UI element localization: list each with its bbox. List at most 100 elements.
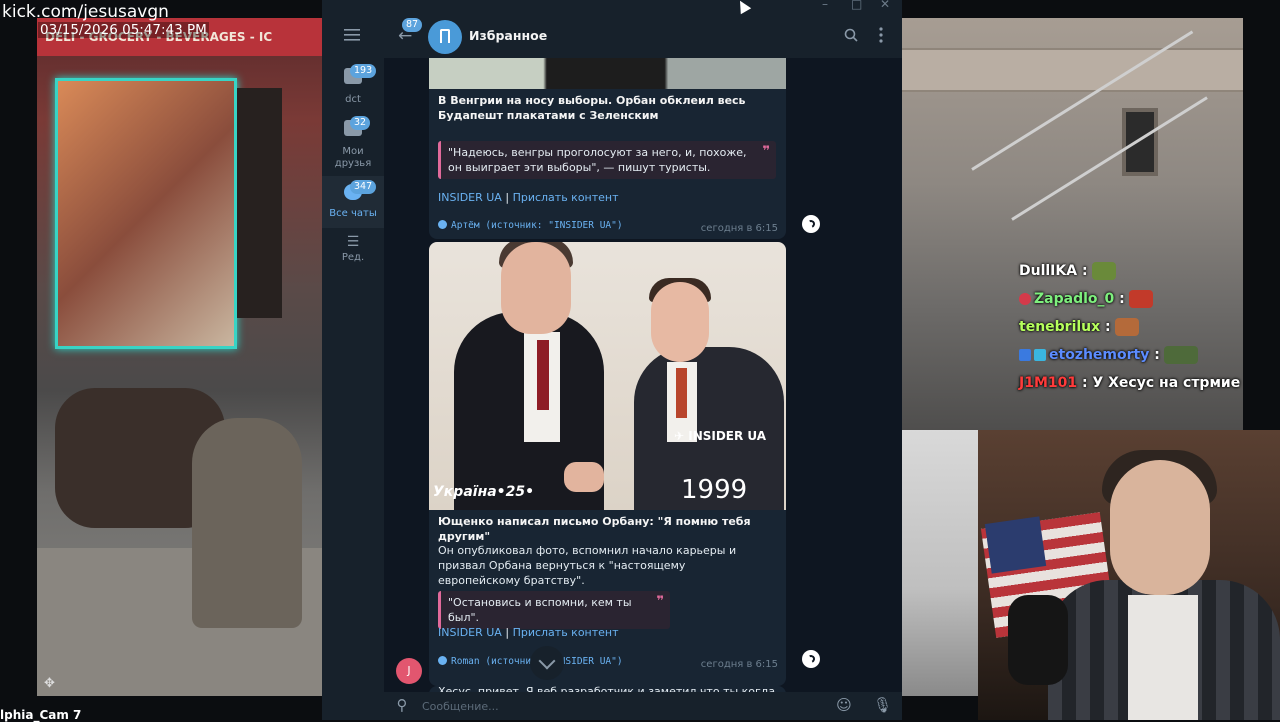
crosshair-icon: ✥ <box>44 676 55 691</box>
message-bubble: В Венгрии на носу выборы. Орбан обклеил … <box>429 89 786 239</box>
folder-label: Все чаты <box>329 208 377 219</box>
unread-badge: 347 <box>350 180 377 194</box>
scroll-to-bottom-button[interactable] <box>530 646 564 680</box>
link-separator: | <box>505 191 510 204</box>
unread-badge: 193 <box>350 64 377 78</box>
message-photo[interactable]: ✈ INSIDER UA 1999 Україна•25• <box>429 242 786 510</box>
menu-icon[interactable] <box>344 29 360 41</box>
watermark-text: INSIDER UA <box>688 429 767 443</box>
camera-timestamp: 03/15/2026 05:47:43 PM <box>38 22 209 38</box>
chat-line: tenebrilux : <box>1019 313 1243 341</box>
forward-icon[interactable] <box>802 650 820 668</box>
more-options-icon[interactable] <box>878 26 884 44</box>
message-links: INSIDER UA | Прислать контент <box>438 625 619 640</box>
frog-emote-icon <box>1163 346 1198 364</box>
photo-caption: Україна•25• <box>433 484 535 500</box>
folder-dct[interactable]: 193 dct <box>322 64 384 108</box>
message-input[interactable] <box>422 698 822 714</box>
message-signature: Артём (источник: "INSIDER UA") <box>438 220 623 232</box>
chat-username: tenebrilux <box>1019 319 1101 335</box>
cube-badge-icon <box>1034 349 1046 361</box>
stair-railing <box>1011 96 1208 221</box>
store-window <box>55 78 237 349</box>
message-time: сегодня в 6:15 <box>700 659 778 670</box>
folder-my-friends[interactable]: 32 Мои друзья <box>322 116 384 172</box>
person-icon <box>438 656 447 665</box>
street-camera-left: DELI - GROCERY - BEVERAGES - IC <box>37 18 324 696</box>
chat-username: J1M101 <box>1019 375 1078 391</box>
message-list: В Венгрии на носу выборы. Орбан обклеил … <box>384 58 902 696</box>
emoji-icon[interactable]: ☺ <box>836 697 852 713</box>
folder-label: Мои друзья <box>334 146 372 169</box>
microphone-icon[interactable]: 🎙 <box>873 697 892 713</box>
message-links: INSIDER UA | Прислать контент <box>438 190 619 205</box>
stream-chat: DullIKA : Zapadlo_0 : tenebrilux : etozh… <box>1019 257 1243 397</box>
chat-line: J1M101 : У Хесус на стрмие <box>1019 375 1241 391</box>
send-content-link[interactable]: Прислать контент <box>513 191 619 204</box>
message-quote: "Надеюсь, венгры проголосуют за него, и,… <box>438 141 776 179</box>
search-icon[interactable] <box>844 28 858 42</box>
window-titlebar: – □ ✕ <box>322 0 902 12</box>
signature-text: Артём (источник: "INSIDER UA") <box>451 220 623 231</box>
photo-watermark: ✈ INSIDER UA <box>674 429 767 443</box>
user-avatar[interactable]: J <box>396 658 422 684</box>
hooded-person <box>192 418 302 628</box>
saved-messages-bookmark-icon <box>428 20 462 54</box>
attach-paperclip-icon[interactable]: ⚲ <box>394 697 410 713</box>
frog-emote-icon <box>1091 262 1116 280</box>
lips-badge-icon <box>1019 293 1031 305</box>
back-unread-badge: 87 <box>402 18 423 32</box>
link-separator: | <box>505 626 510 639</box>
streamer-webcam <box>978 430 1280 720</box>
insider-ua-link[interactable]: INSIDER UA <box>438 626 502 639</box>
quote-text: "Остановись и вспомни, кем ты был". <box>448 596 632 624</box>
store-door <box>237 88 282 318</box>
message-bubble: Ющенко написал письмо Орбану: "Я помню т… <box>429 510 786 686</box>
quote-mark-icon: ❞ <box>762 144 770 159</box>
quote-text: "Надеюсь, венгры проголосуют за него, и,… <box>448 146 747 174</box>
photo-face <box>501 242 571 334</box>
forward-icon[interactable] <box>802 215 820 233</box>
message-title: В Венгрии на носу выборы. Орбан обклеил … <box>438 94 746 122</box>
minimize-icon[interactable]: – <box>822 0 828 11</box>
photo-year: 1999 <box>681 475 748 505</box>
message-input-bar: ⚲ ☺ 🎙 <box>322 692 902 720</box>
chat-message-text: У Хесус на стрмие <box>1092 375 1241 391</box>
angry-face-emote-icon <box>1128 290 1153 308</box>
photo-face <box>651 282 709 362</box>
photo-tie <box>537 340 549 410</box>
message-time: сегодня в 6:15 <box>700 223 778 234</box>
close-icon[interactable]: ✕ <box>880 0 890 11</box>
chat-line: etozhemorty : <box>1019 341 1243 369</box>
message-photo-album[interactable] <box>429 58 786 89</box>
message-title: Ющенко написал письмо Орбану: "Я помню т… <box>438 515 751 543</box>
folder-label: dct <box>345 94 361 105</box>
folder-all-chats[interactable]: 347 Все чаты <box>322 176 384 228</box>
chat-username: etozhemorty <box>1049 347 1150 363</box>
building-frieze <box>902 48 1243 92</box>
chat-username: DullIKA <box>1019 263 1078 279</box>
face-emote-icon <box>1114 318 1139 336</box>
streamer-face <box>1110 460 1210 595</box>
send-content-link[interactable]: Прислать контент <box>513 626 619 639</box>
telegram-window: – □ ✕ 193 dct 32 Мои друзья 347 Все чаты… <box>322 0 902 720</box>
street-camera-right-lower <box>902 430 978 696</box>
photo-tie <box>676 368 687 418</box>
folder-label: Ред. <box>341 252 365 263</box>
chat-title[interactable]: Избранное <box>469 28 547 43</box>
microphone <box>1008 595 1068 685</box>
folder-sidebar: 193 dct 32 Мои друзья 347 Все чаты ☰ Ред… <box>322 12 384 720</box>
sliders-icon: ☰ <box>346 234 360 250</box>
folder-edit[interactable]: ☰ Ред. <box>322 234 384 274</box>
maximize-icon[interactable]: □ <box>851 0 862 11</box>
message-quote: "Остановись и вспомни, кем ты был". ❞ <box>438 591 670 629</box>
streamer-shirt <box>1128 595 1198 720</box>
unread-badge: 32 <box>350 116 371 130</box>
person-icon <box>438 220 447 229</box>
insider-ua-link[interactable]: INSIDER UA <box>438 191 502 204</box>
chat-line: Zapadlo_0 : <box>1019 285 1243 313</box>
subscriber-badge-icon <box>1019 349 1031 361</box>
message-text: Он опубликовал фото, вспомнил начало кар… <box>438 544 737 587</box>
us-flag-canton <box>984 516 1047 574</box>
stream-url: kick.com/jesusavgn <box>2 2 169 22</box>
